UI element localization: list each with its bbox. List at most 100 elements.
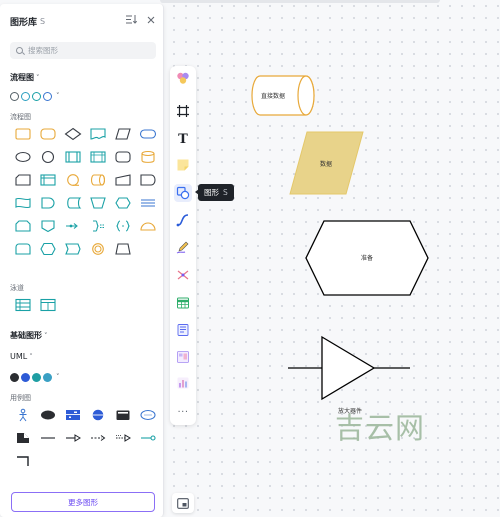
brace-pair-shape[interactable]: [110, 214, 135, 237]
card-shape[interactable]: [10, 168, 35, 191]
hexagon-alt-shape[interactable]: [35, 237, 60, 260]
color-swatch[interactable]: [32, 372, 41, 382]
table-icon[interactable]: [174, 294, 192, 312]
swimlane-subtitle: 泳道: [10, 284, 24, 292]
direct-data-shape[interactable]: 直接数据: [251, 75, 315, 116]
or-shape[interactable]: [85, 237, 110, 260]
text-tool-glyph: T: [178, 131, 188, 147]
interface-ellipse-shape[interactable]: [135, 403, 160, 426]
stored-data-shape[interactable]: [60, 191, 85, 214]
step-shape[interactable]: [60, 237, 85, 260]
half-circle-shape[interactable]: [135, 214, 160, 237]
minimap-button[interactable]: [172, 493, 194, 513]
shape-label: 准备: [361, 254, 373, 262]
display-shape[interactable]: [135, 168, 160, 191]
color-swatch[interactable]: [10, 372, 19, 382]
predefined-process-shape[interactable]: [60, 145, 85, 168]
kanban-icon[interactable]: [174, 348, 192, 366]
realization-arrow-shape[interactable]: [110, 426, 135, 449]
boundary-shape[interactable]: [85, 403, 110, 426]
color-swatch[interactable]: [10, 91, 19, 101]
shape-label: 数据: [320, 160, 332, 168]
data-shape[interactable]: [110, 122, 135, 145]
usecase-ellipse-shape[interactable]: [35, 403, 60, 426]
database-shape[interactable]: [135, 145, 160, 168]
ellipse-shape[interactable]: [10, 145, 35, 168]
color-swatch[interactable]: [43, 372, 52, 382]
color-swatch[interactable]: [43, 91, 52, 101]
document-shape[interactable]: [85, 122, 110, 145]
theme-icon[interactable]: [174, 69, 192, 87]
vertical-swimlane-shape[interactable]: [35, 293, 60, 316]
sticky-note-icon[interactable]: [174, 156, 192, 174]
more-shapes-button[interactable]: 更多图形: [11, 492, 155, 512]
chart-icon[interactable]: [174, 374, 192, 392]
basic-shapes-section-title[interactable]: 基础图形 ˅: [10, 330, 48, 341]
off-page-shape[interactable]: [35, 214, 60, 237]
left-toolbar: T ···: [170, 66, 196, 425]
close-icon[interactable]: [147, 16, 155, 27]
manual-operation-shape[interactable]: [85, 191, 110, 214]
note-shape[interactable]: [10, 426, 35, 449]
rounded-rect-shape[interactable]: [110, 145, 135, 168]
loop-limit-shape[interactable]: [10, 214, 35, 237]
parallel-mode-shape[interactable]: [135, 191, 160, 214]
section-label: UML: [10, 352, 28, 361]
shape-icon[interactable]: [174, 184, 192, 202]
template-icon[interactable]: [174, 321, 192, 339]
color-swatch[interactable]: [21, 372, 30, 382]
connector-icon[interactable]: [174, 211, 192, 229]
flowchart-section-title[interactable]: 流程图 ˅: [10, 72, 40, 83]
chevron-down-icon: ˅: [56, 92, 60, 100]
color-swatch[interactable]: [21, 91, 30, 101]
dependency-arrow-shape[interactable]: [85, 426, 110, 449]
flowchart-shape-grid: [10, 122, 160, 260]
corner-connector-shape[interactable]: [10, 449, 35, 472]
hexagon-shape[interactable]: [110, 191, 135, 214]
decision-shape[interactable]: [60, 122, 85, 145]
more-tools-glyph: ···: [177, 406, 189, 418]
chevron-down-icon: ˅: [56, 373, 60, 381]
actor-shape[interactable]: [10, 403, 35, 426]
terminator-shape[interactable]: [135, 122, 160, 145]
process-shape[interactable]: [10, 122, 35, 145]
sort-icon[interactable]: [126, 15, 138, 27]
generalization-arrow-shape[interactable]: [60, 426, 85, 449]
internal-storage-shape[interactable]: [35, 168, 60, 191]
preparation-shape[interactable]: 准备: [305, 220, 429, 296]
search-icon: [16, 47, 23, 54]
pen-icon[interactable]: [174, 238, 192, 256]
class-box-shape[interactable]: [60, 403, 85, 426]
color-swatch[interactable]: [32, 91, 41, 101]
frame-icon[interactable]: [174, 102, 192, 120]
direct-data-shape[interactable]: [85, 168, 110, 191]
data-shape[interactable]: 数据: [289, 131, 364, 195]
usecase-subtitle: 用例图: [10, 394, 31, 402]
mindmap-icon[interactable]: [174, 266, 192, 284]
panel-title: 图形库: [10, 17, 38, 28]
circle-shape[interactable]: [35, 145, 60, 168]
text-icon[interactable]: T: [174, 130, 192, 148]
more-icon[interactable]: ···: [174, 403, 192, 421]
package-shape[interactable]: [110, 403, 135, 426]
sequential-data-shape[interactable]: [60, 168, 85, 191]
subprocess-shape[interactable]: [85, 145, 110, 168]
horizontal-swimlane-shape[interactable]: [10, 293, 35, 316]
amplifier-shape[interactable]: 放大器件: [288, 335, 410, 415]
line-shape[interactable]: [35, 426, 60, 449]
uml-section-title[interactable]: UML ˅: [10, 352, 33, 361]
manual-input-shape[interactable]: [110, 168, 135, 191]
paper-tape-shape[interactable]: [10, 191, 35, 214]
delay-shape[interactable]: [35, 191, 60, 214]
annotation-brace-shape[interactable]: [85, 214, 110, 237]
collate-shape[interactable]: [10, 237, 35, 260]
top-bar-edge: [160, 0, 440, 3]
flowchart-color-swatches[interactable]: ˅: [10, 90, 60, 102]
association-end-shape[interactable]: [135, 426, 160, 449]
uml-color-swatches[interactable]: ˅: [10, 371, 60, 383]
search-input[interactable]: 搜索图形: [10, 42, 156, 59]
arrow-connector-shape[interactable]: [60, 214, 85, 237]
trapezoid-skew-shape[interactable]: [110, 237, 135, 260]
tooltip-shortcut: S: [223, 188, 228, 197]
alternate-process-shape[interactable]: [35, 122, 60, 145]
